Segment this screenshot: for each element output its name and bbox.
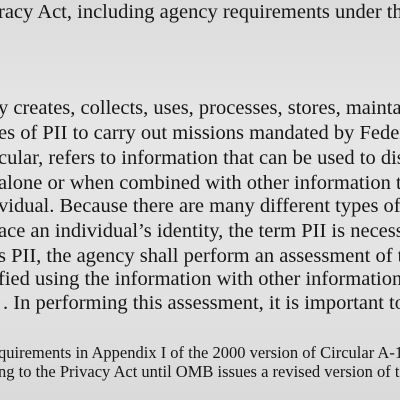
paragraph-line-3: cular, refers to information that can be… (0, 147, 400, 169)
paragraph-line-6: ace an individual’s identity, the term P… (0, 220, 400, 242)
paragraph-line-5: vidual. Because there are many different… (0, 195, 400, 217)
text-line-top: racy Act, including agency requirements … (0, 1, 400, 23)
paragraph-line-9: . In performing this assessment, it is i… (3, 292, 400, 314)
paragraph-line-1: y creates, collects, uses, processes, st… (0, 97, 400, 119)
paragraph-line-7: s PII, the agency shall perform an asses… (0, 245, 400, 267)
paragraph-line-2: es of PII to carry out missions mandated… (0, 122, 400, 144)
footnote-line-2: ng to the Privacy Act until OMB issues a… (0, 362, 400, 381)
paragraph-line-8: fied using the information with other in… (0, 268, 400, 290)
footnote-line-1: quirements in Appendix I of the 2000 ver… (0, 343, 400, 362)
paragraph-line-4: alone or when combined with other inform… (0, 172, 400, 194)
document-page: racy Act, including agency requirements … (0, 0, 400, 400)
